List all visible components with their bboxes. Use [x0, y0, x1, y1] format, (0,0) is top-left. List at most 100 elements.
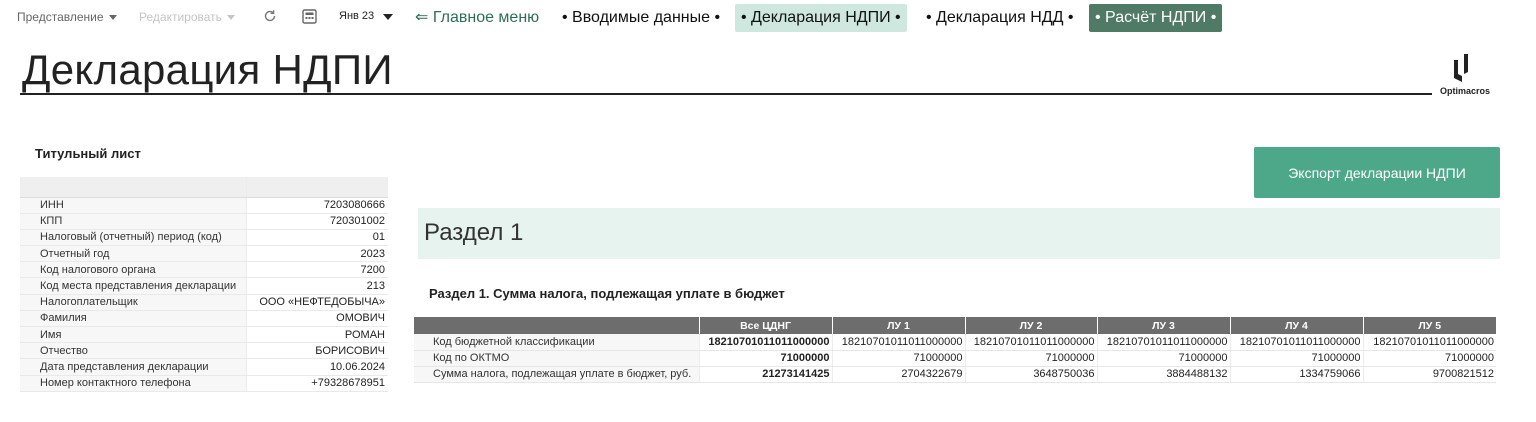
- title-sheet-heading: Титульный лист: [35, 146, 141, 161]
- table-row: Код налогового органа 7200: [20, 261, 388, 279]
- table-row: Дата представления декларации 10.06.2024: [20, 358, 388, 376]
- row-label: Номер контактного телефона: [20, 375, 246, 392]
- row-value[interactable]: 7200: [245, 261, 388, 279]
- nav-declaration-ndpi[interactable]: • Декларация НДПИ •: [735, 4, 907, 32]
- row-value[interactable]: ООО «НЕФТЕДОБЫЧА»: [245, 294, 388, 311]
- section-banner-title: Раздел 1: [424, 219, 524, 246]
- row-label: Фамилия: [20, 310, 246, 328]
- table-row: Налоговый (отчетный) период (код) 01: [20, 229, 388, 247]
- row-value[interactable]: 10.06.2024: [245, 358, 388, 376]
- row-label: Налоговый (отчетный) период (код): [20, 229, 246, 247]
- cell-value[interactable]: 18210701011011000000: [831, 334, 965, 351]
- row-value[interactable]: БОРИСОВИЧ: [245, 342, 388, 360]
- toolbar: Представление Редактировать Янв 23 ⇐ Гла…: [0, 0, 1536, 36]
- section-banner: Раздел 1: [418, 208, 1500, 259]
- row-label: Отчество: [20, 342, 246, 360]
- cell-value[interactable]: 71000000: [831, 350, 965, 367]
- column-header: ЛУ 1: [831, 317, 965, 334]
- row-label: Имя: [20, 326, 246, 344]
- row-value[interactable]: 213: [245, 277, 388, 295]
- row-label: Налогоплательщик: [20, 294, 246, 311]
- cell-value[interactable]: 9700821512: [1362, 366, 1496, 383]
- table-row: Фамилия ОМОВИЧ: [20, 310, 388, 328]
- cell-value[interactable]: 71000000: [1096, 350, 1230, 367]
- table-row: ИНН 7203080666: [20, 197, 388, 214]
- table-row: КПП 720301002: [20, 213, 388, 230]
- nav-declaration-ndd[interactable]: • Декларация НДД •: [920, 4, 1079, 32]
- column-header: ЛУ 2: [964, 317, 1097, 334]
- chevron-down-icon: [108, 15, 117, 20]
- row-label: КПП: [20, 213, 246, 230]
- row-label: Код места представления декларации: [20, 277, 246, 295]
- optimacros-logo: Optimacros: [1434, 52, 1504, 98]
- row-label: Дата представления декларации: [20, 358, 246, 376]
- calculator-button[interactable]: [302, 9, 317, 24]
- cell-value[interactable]: 21273141425: [698, 366, 832, 383]
- period-select[interactable]: Янв 23: [339, 10, 394, 22]
- view-menu[interactable]: Представление: [17, 10, 117, 24]
- table-row: Имя РОМАН: [20, 326, 388, 344]
- refresh-button[interactable]: [263, 9, 277, 23]
- cell-value[interactable]: 18210701011011000000: [1229, 334, 1363, 351]
- refresh-icon: [264, 10, 276, 22]
- table-row: Код места представления декларации 213: [20, 277, 388, 295]
- row-label: Сумма налога, подлежащая уплате в бюджет…: [414, 366, 699, 383]
- cell-value[interactable]: 71000000: [964, 350, 1097, 367]
- cell-value[interactable]: 18210701011011000000: [964, 334, 1097, 351]
- optimacros-logo-icon: [1454, 54, 1468, 82]
- row-label: Код налогового органа: [20, 261, 246, 279]
- table-row: Отчетный год 2023: [20, 245, 388, 263]
- table-row: Налогоплательщик ООО «НЕФТЕДОБЫЧА»: [20, 294, 388, 311]
- cell-value[interactable]: 1334759066: [1229, 366, 1363, 383]
- cell-value[interactable]: 2704322679: [831, 366, 965, 383]
- period-select-value: Янв 23: [339, 10, 375, 22]
- cell-value[interactable]: 71000000: [698, 350, 832, 367]
- row-value[interactable]: +79328678951: [245, 375, 388, 392]
- table-row: Отчество БОРИСОВИЧ: [20, 342, 388, 360]
- cell-value[interactable]: 71000000: [1229, 350, 1363, 367]
- row-value[interactable]: 01: [245, 229, 388, 247]
- column-header: ЛУ 4: [1229, 317, 1363, 334]
- column-header: ЛУ 5: [1362, 317, 1496, 334]
- edit-menu[interactable]: Редактировать: [139, 10, 235, 24]
- row-value[interactable]: 7203080666: [245, 197, 388, 214]
- table-row: Код по ОКТМО 71000000 71000000 71000000 …: [414, 350, 1496, 367]
- table-row: Номер контактного телефона +79328678951: [20, 375, 388, 392]
- export-ndpi-button[interactable]: Экспорт декларации НДПИ: [1254, 147, 1500, 198]
- view-menu-label: Представление: [17, 10, 104, 24]
- table-row: Сумма налога, подлежащая уплате в бюджет…: [414, 366, 1496, 383]
- cell-value[interactable]: 18210701011011000000: [698, 334, 832, 351]
- nav-ndpi-calculation[interactable]: • Расчёт НДПИ •: [1089, 4, 1223, 32]
- row-value[interactable]: 2023: [245, 245, 388, 263]
- column-header: Все ЦДНГ: [698, 317, 832, 334]
- header-cell: [414, 317, 699, 334]
- column-header: ЛУ 3: [1096, 317, 1230, 334]
- section-data-table: Все ЦДНГ ЛУ 1 ЛУ 2 ЛУ 3 ЛУ 4 ЛУ 5 Код бю…: [414, 317, 1496, 383]
- calculator-icon: [302, 9, 317, 24]
- table-header-row: Все ЦДНГ ЛУ 1 ЛУ 2 ЛУ 3 ЛУ 4 ЛУ 5: [414, 317, 1496, 334]
- cell-value[interactable]: 3884488132: [1096, 366, 1230, 383]
- nav-main-menu[interactable]: ⇐ Главное меню: [409, 4, 545, 32]
- row-value[interactable]: ОМОВИЧ: [245, 310, 388, 328]
- chevron-down-icon: [226, 15, 235, 20]
- logo-text: Optimacros: [1439, 86, 1490, 96]
- cell-value[interactable]: 71000000: [1362, 350, 1496, 367]
- nav-input-data[interactable]: • Вводимые данные •: [556, 4, 726, 32]
- row-value[interactable]: РОМАН: [245, 326, 388, 344]
- cell-value[interactable]: 18210701011011000000: [1096, 334, 1230, 351]
- table-header-row: [20, 177, 388, 198]
- header-cell: [245, 177, 388, 198]
- row-label: Код по ОКТМО: [414, 350, 699, 367]
- header-cell: [20, 177, 246, 198]
- chevron-down-icon: [383, 13, 394, 20]
- section-subtitle: Раздел 1. Сумма налога, подлежащая уплат…: [429, 286, 785, 301]
- row-value[interactable]: 720301002: [245, 213, 388, 230]
- title-sheet-table: ИНН 7203080666 КПП 720301002 Налоговый (от…: [20, 177, 388, 392]
- row-label: Код бюджетной классификации: [414, 334, 699, 351]
- page-title: Декларация НДПИ: [22, 46, 393, 93]
- cell-value[interactable]: 3648750036: [964, 366, 1097, 383]
- cell-value[interactable]: 18210701011011000000: [1362, 334, 1496, 351]
- table-row: Код бюджетной классификации 182107010110…: [414, 334, 1496, 351]
- title-divider: [20, 93, 1432, 95]
- row-label: ИНН: [20, 197, 246, 214]
